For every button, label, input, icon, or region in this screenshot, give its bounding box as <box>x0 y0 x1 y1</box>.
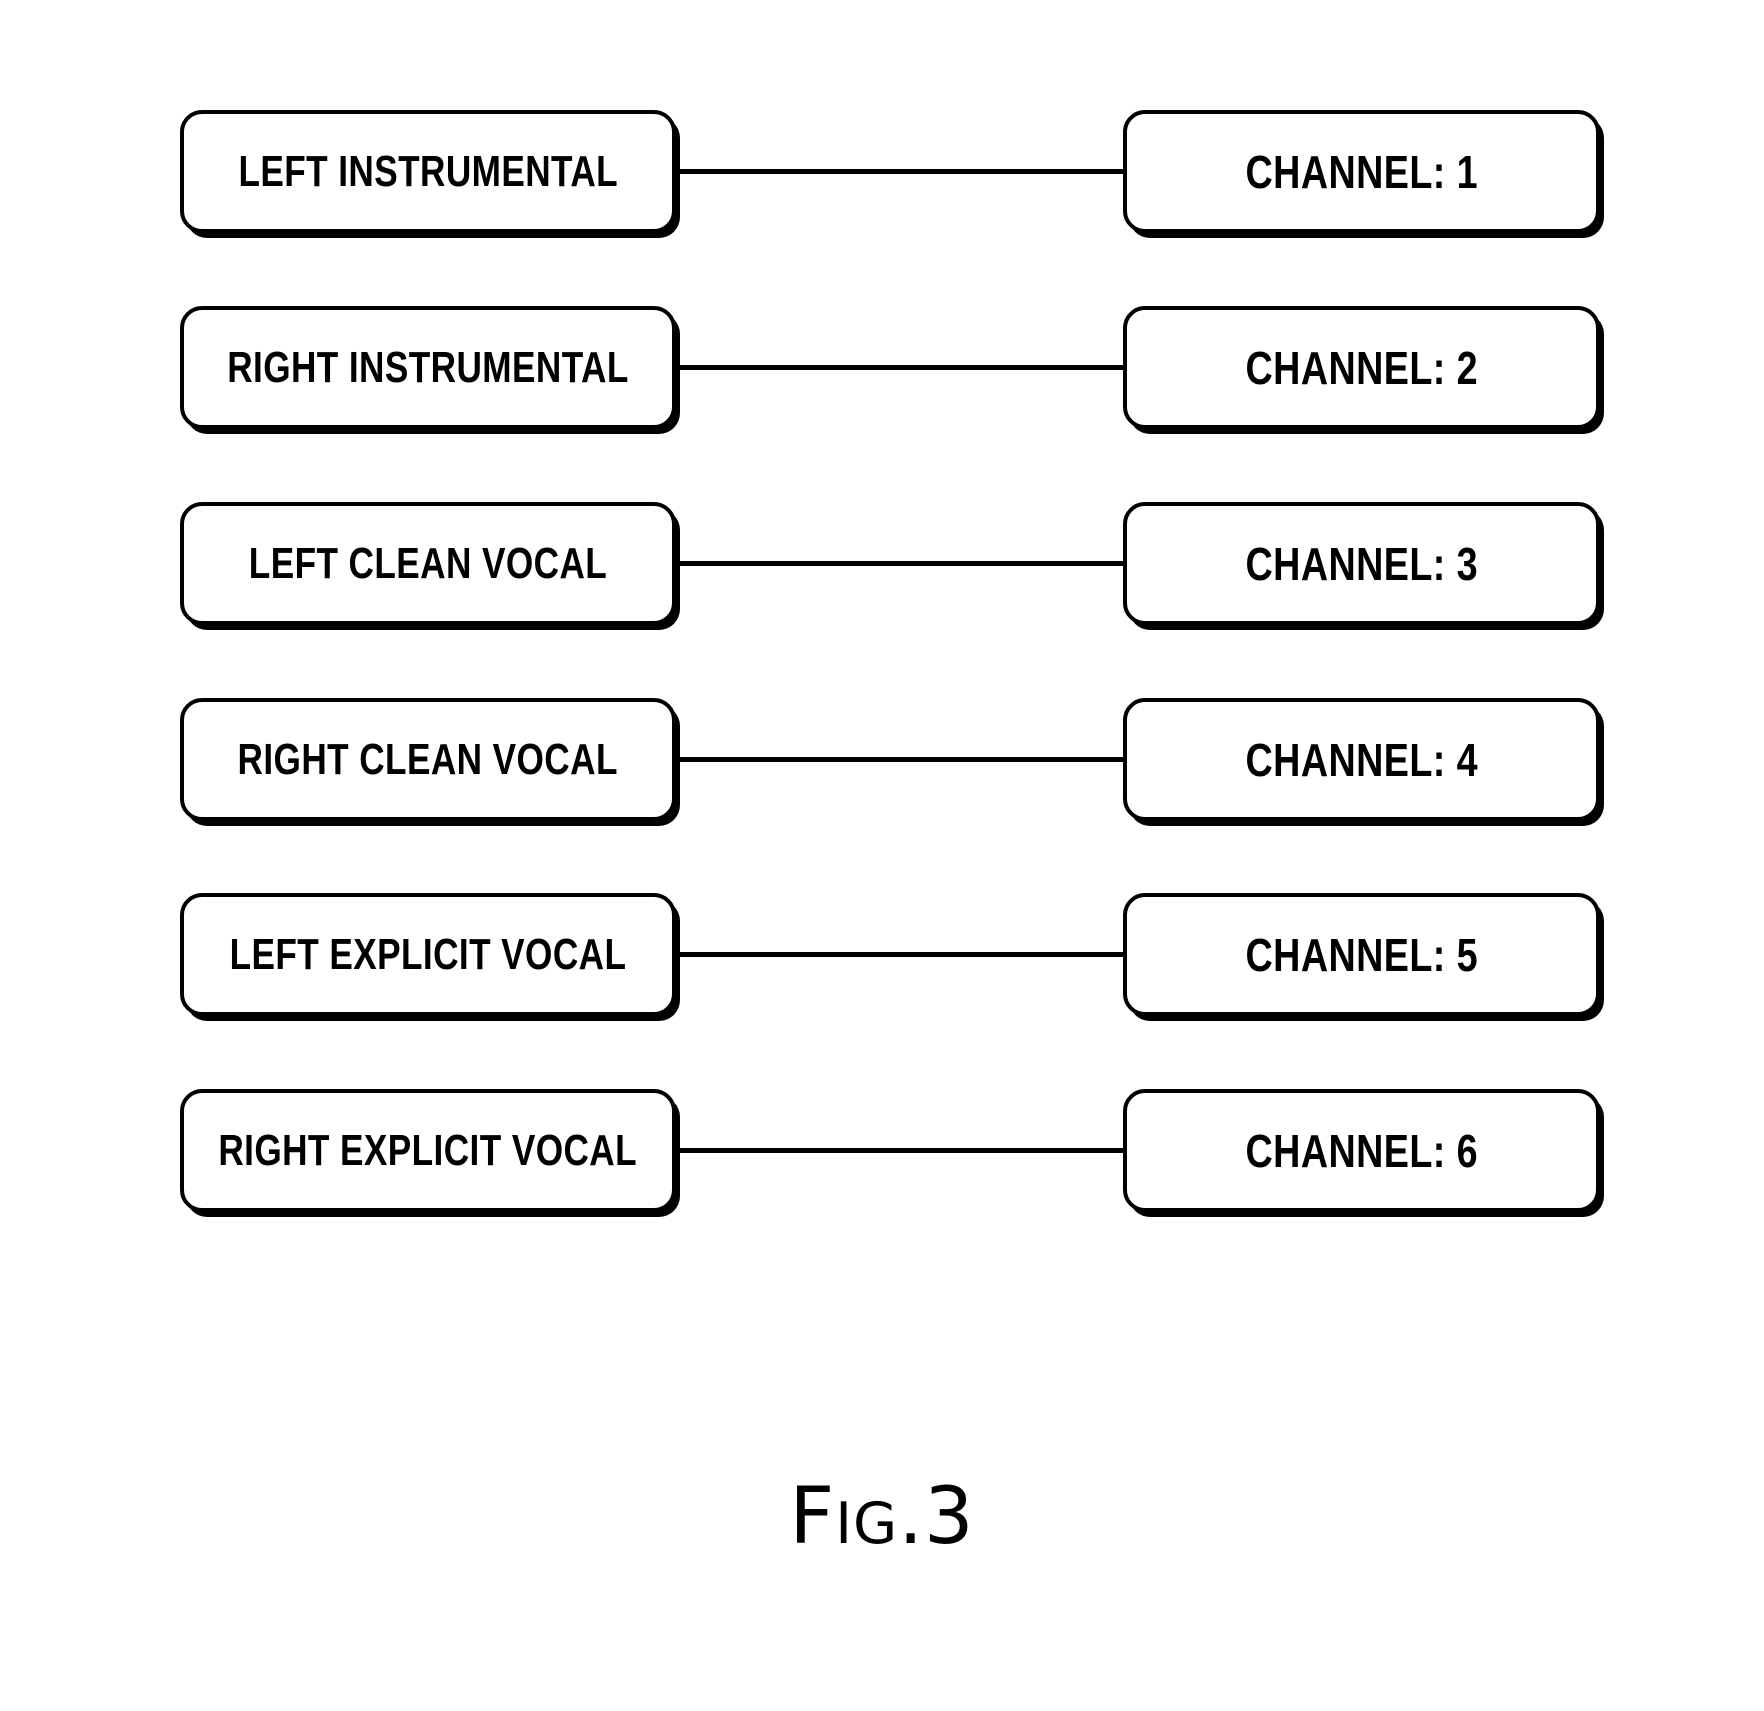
source-box-label: RIGHT CLEAN VOCAL <box>237 734 619 784</box>
connector-line <box>676 757 1124 762</box>
source-box-label: LEFT INSTRUMENTAL <box>238 146 618 196</box>
channel-box-label: CHANNEL: 4 <box>1245 733 1478 786</box>
channel-box-2[interactable]: CHANNEL: 2 <box>1123 306 1600 429</box>
source-box-label: RIGHT EXPLICIT VOCAL <box>218 1125 638 1175</box>
source-box-left-clean-vocal[interactable]: LEFT CLEAN VOCAL <box>180 502 676 625</box>
channel-box-4[interactable]: CHANNEL: 4 <box>1123 698 1600 821</box>
connector-line <box>676 169 1124 174</box>
channel-box-1[interactable]: CHANNEL: 1 <box>1123 110 1600 233</box>
source-box-label: LEFT CLEAN VOCAL <box>248 538 608 588</box>
channel-box-5[interactable]: CHANNEL: 5 <box>1123 893 1600 1016</box>
source-box-right-instrumental[interactable]: RIGHT INSTRUMENTAL <box>180 306 676 429</box>
channel-box-label: CHANNEL: 1 <box>1245 145 1478 198</box>
channel-box-label: CHANNEL: 3 <box>1245 537 1478 590</box>
figure-caption: FIG.3 <box>0 1472 1764 1562</box>
channel-box-3[interactable]: CHANNEL: 3 <box>1123 502 1600 625</box>
source-box-left-explicit-vocal[interactable]: LEFT EXPLICIT VOCAL <box>180 893 676 1016</box>
mapping-row: RIGHT CLEAN VOCAL CHANNEL: 4 <box>0 698 1764 838</box>
connector-line <box>676 1148 1124 1153</box>
connector-line <box>676 561 1124 566</box>
source-box-right-clean-vocal[interactable]: RIGHT CLEAN VOCAL <box>180 698 676 821</box>
source-box-label: RIGHT INSTRUMENTAL <box>227 342 629 392</box>
figure-canvas: LEFT INSTRUMENTAL CHANNEL: 1 RIGHT INSTR… <box>0 0 1764 1711</box>
source-box-right-explicit-vocal[interactable]: RIGHT EXPLICIT VOCAL <box>180 1089 676 1212</box>
mapping-row: RIGHT EXPLICIT VOCAL CHANNEL: 6 <box>0 1089 1764 1229</box>
source-box-left-instrumental[interactable]: LEFT INSTRUMENTAL <box>180 110 676 233</box>
source-box-label: LEFT EXPLICIT VOCAL <box>229 929 627 979</box>
mapping-row: LEFT EXPLICIT VOCAL CHANNEL: 5 <box>0 893 1764 1033</box>
connector-line <box>676 365 1124 370</box>
connector-line <box>676 952 1124 957</box>
channel-box-6[interactable]: CHANNEL: 6 <box>1123 1089 1600 1212</box>
channel-box-label: CHANNEL: 6 <box>1245 1124 1478 1177</box>
mapping-row: LEFT INSTRUMENTAL CHANNEL: 1 <box>0 110 1764 250</box>
figure-caption-small: IG <box>835 1491 899 1557</box>
mapping-row: LEFT CLEAN VOCAL CHANNEL: 3 <box>0 502 1764 642</box>
mapping-row: RIGHT INSTRUMENTAL CHANNEL: 2 <box>0 306 1764 446</box>
figure-caption-number: .3 <box>898 1472 975 1562</box>
figure-caption-cap: F <box>789 1472 836 1562</box>
channel-box-label: CHANNEL: 5 <box>1245 928 1478 981</box>
channel-box-label: CHANNEL: 2 <box>1245 341 1478 394</box>
